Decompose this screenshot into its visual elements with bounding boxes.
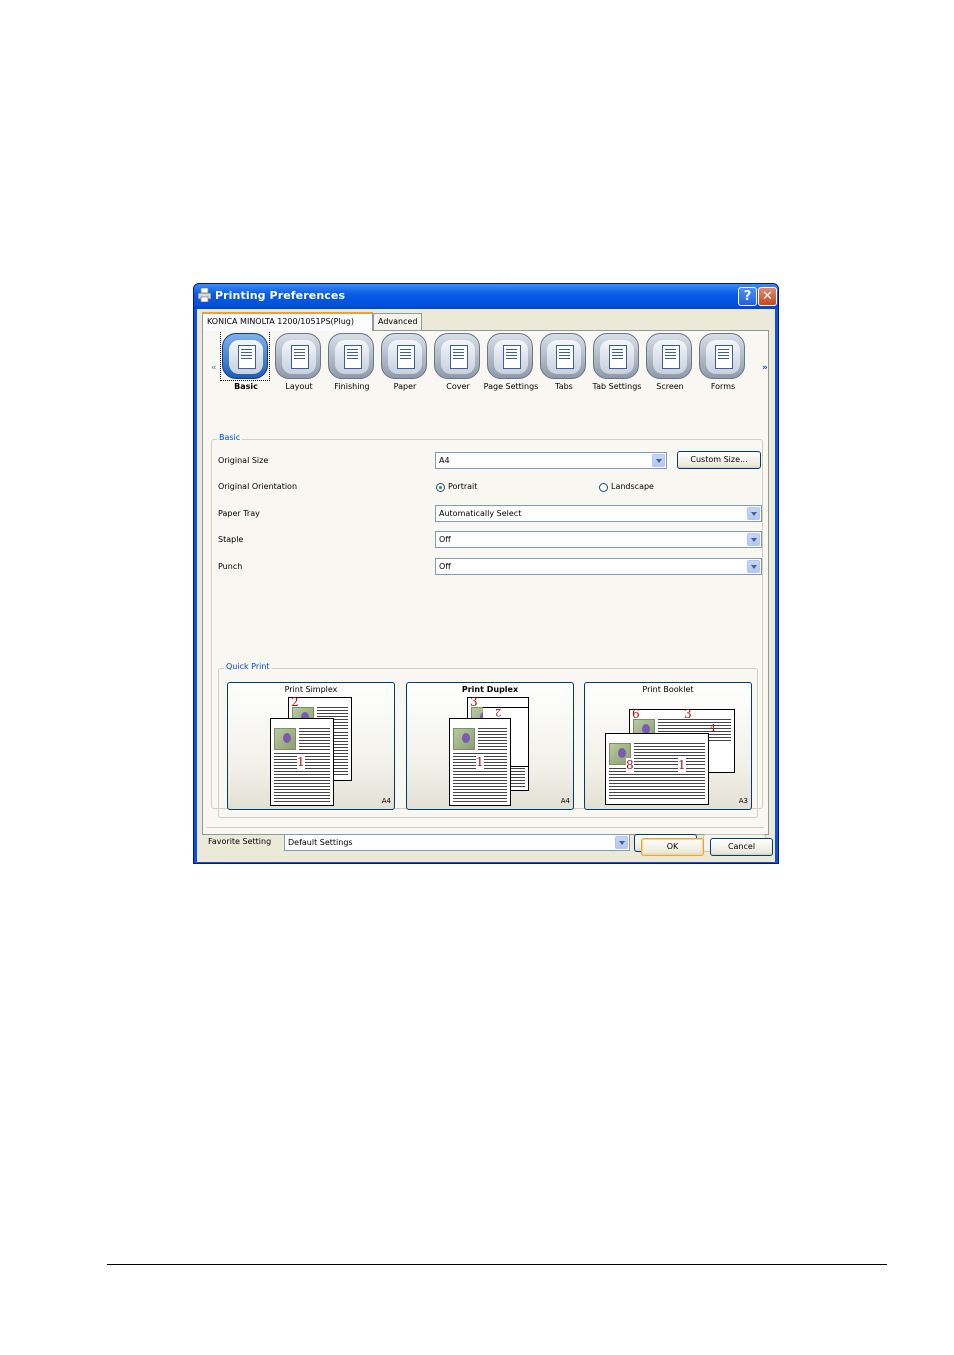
page-number: 4 [710,724,716,734]
chevron-down-icon[interactable] [747,533,760,546]
paper-icon [381,333,427,379]
chevron-down-icon[interactable] [652,454,665,467]
page-thumbnail: 1 [449,718,511,806]
page-number: 1 [476,755,484,769]
screen-icon [646,333,692,379]
page-thumbnail: 8 1 [605,733,709,805]
divider [207,827,764,828]
toolbar-item-cover[interactable]: Cover [433,333,483,391]
favorite-setting-value: Default Settings [288,838,353,847]
forms-icon [699,333,745,379]
page-number: 3 [470,695,478,709]
original-size-select[interactable]: A4 [435,452,667,469]
footer-rule [107,1264,887,1265]
paper-tray-label: Paper Tray [218,509,260,518]
toolbar-item-tabs[interactable]: Tabs [539,333,589,391]
ok-button[interactable]: OK [641,838,704,856]
tab-advanced[interactable]: Advanced [373,313,422,330]
punch-value: Off [439,562,451,571]
paper-size-label: A3 [738,797,748,805]
page-number: 1 [678,758,686,772]
tab-settings-icon [593,333,639,379]
toolbar-label: Forms [710,382,736,391]
page-number: 2 [495,706,502,717]
print-simplex-title: Print Simplex [284,685,338,694]
landscape-radio[interactable] [599,483,608,492]
print-simplex-button[interactable]: Print Simplex 2 1 A4 [227,682,395,810]
printer-icon [198,288,211,302]
toolbar-item-paper[interactable]: Paper [380,333,430,391]
original-size-label: Original Size [218,456,269,465]
dialog-body: KONICA MINOLTA 1200/1051PS(Plug) Advance… [197,309,775,862]
page-number: 1 [297,755,305,769]
printing-preferences-window: Printing Preferences ? ✕ KONICA MINOLTA … [193,283,779,864]
print-duplex-button[interactable]: Print Duplex 3 2 1 A4 [406,682,574,810]
paper-tray-value: Automatically Select [439,509,522,518]
favorite-setting-label: Favorite Setting [208,837,272,846]
punch-select[interactable]: Off [435,558,762,575]
close-button[interactable]: ✕ [758,287,777,306]
toolbar-item-layout[interactable]: Layout [274,333,324,391]
original-orientation-label: Original Orientation [218,482,298,491]
title-bar[interactable]: Printing Preferences ? ✕ [194,284,778,309]
staple-label: Staple [218,535,244,544]
portrait-radio[interactable] [436,483,445,492]
window-title: Printing Preferences [215,289,346,302]
page-thumbnail: 1 [270,718,334,806]
paper-size-label: A4 [381,797,391,805]
toolbar-item-page-settings[interactable]: Page Settings [484,333,538,391]
page-number: 6 [632,707,640,721]
scroll-right-icon[interactable]: » [762,363,768,373]
staple-value: Off [439,535,451,544]
scroll-left-icon[interactable]: « [211,363,217,373]
help-button[interactable]: ? [738,287,757,306]
print-booklet-button[interactable]: Print Booklet 6 3 4 8 1 A3 [584,682,752,810]
favorite-setting-select[interactable]: Default Settings [284,834,630,851]
chevron-down-icon[interactable] [747,507,760,520]
staple-select[interactable]: Off [435,531,762,548]
print-booklet-title: Print Booklet [642,685,694,694]
toolbar-item-basic[interactable]: Basic [220,330,271,391]
original-size-value: A4 [439,456,450,465]
chevron-down-icon[interactable] [615,836,628,849]
punch-label: Punch [218,562,243,571]
toolbar-item-tab-settings[interactable]: Tab Settings [592,333,642,391]
toolbar-item-forms[interactable]: Forms [698,333,748,391]
page-settings-icon [487,333,533,379]
print-duplex-title: Print Duplex [461,685,519,694]
page-number: 3 [684,707,692,721]
finishing-icon [328,333,374,379]
page-number: 2 [291,695,299,709]
paper-size-label: A4 [560,797,570,805]
paper-tray-select[interactable]: Automatically Select [435,505,762,522]
layout-icon [275,333,321,379]
cancel-button[interactable]: Cancel [710,838,773,856]
custom-size-button[interactable]: Custom Size... [677,451,761,469]
toolbar-item-finishing[interactable]: Finishing [327,333,377,391]
chevron-down-icon[interactable] [747,560,760,573]
toolbar-item-screen[interactable]: Screen [645,333,695,391]
tab-panel: « Basic Layout Finishing Paper Cover Pag… [202,330,769,852]
page-number: 8 [626,758,634,772]
portrait-label[interactable]: Portrait [448,482,477,491]
quick-print-legend: Quick Print [224,662,272,671]
cover-icon [434,333,480,379]
basic-icon [222,333,268,379]
landscape-label[interactable]: Landscape [611,482,654,491]
tab-konica-minolta[interactable]: KONICA MINOLTA 1200/1051PS(Plug) [202,312,373,331]
tabs-icon [540,333,586,379]
basic-group-legend: Basic [217,433,243,442]
